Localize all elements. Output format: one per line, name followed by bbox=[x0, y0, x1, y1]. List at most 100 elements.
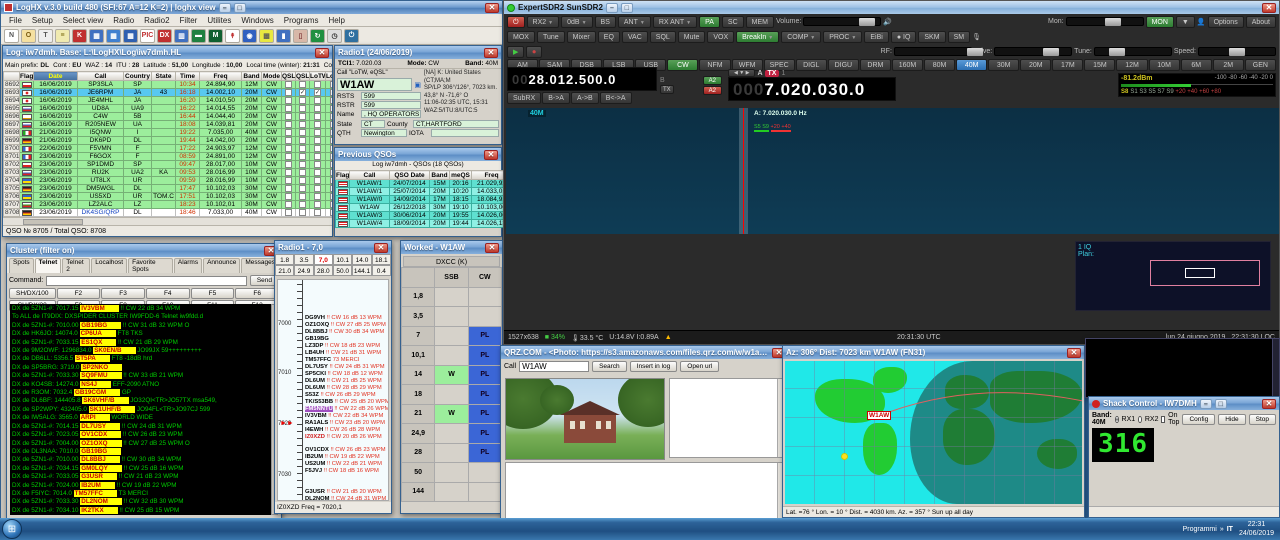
worked-row[interactable]: 14WPL bbox=[402, 365, 502, 385]
logbook-icon[interactable]: ▦ bbox=[89, 29, 104, 43]
prev-qso-row[interactable]: W1AW/124/07/201415M20:1621.029,92 bbox=[336, 180, 512, 188]
qsl-checkbox[interactable] bbox=[314, 97, 321, 104]
log-close-button[interactable]: ✕ bbox=[315, 48, 329, 58]
log-column-header[interactable]: Call bbox=[78, 72, 124, 81]
prev-column-header[interactable]: Flag bbox=[336, 171, 350, 180]
qsl-checkbox[interactable]: ✓ bbox=[299, 89, 306, 96]
menu-item[interactable]: File bbox=[5, 16, 26, 25]
language-indicator[interactable]: IT bbox=[1227, 526, 1233, 533]
worked-row[interactable]: 144 bbox=[402, 482, 502, 502]
log-column-header[interactable]: Band bbox=[242, 72, 262, 81]
log-qso-row[interactable]: 869416/06/2019JE4MHLJA16:2014.010,5020MC… bbox=[4, 97, 333, 105]
sdr-button-rx2[interactable]: RX2▼ bbox=[527, 16, 560, 28]
clock-icon[interactable]: ◷ bbox=[327, 29, 342, 43]
call-input[interactable]: W1AW bbox=[337, 78, 412, 91]
qsl-checkbox[interactable] bbox=[314, 169, 321, 176]
cluster-tab-spots[interactable]: Spots bbox=[9, 258, 34, 273]
band-button-gen[interactable]: GEN bbox=[1245, 59, 1276, 71]
cluster-tab-favorite-spots[interactable]: Favorite Spots bbox=[128, 258, 173, 273]
minimize-button[interactable]: – bbox=[219, 3, 231, 13]
band-button-80m[interactable]: 80M bbox=[924, 59, 955, 71]
qsl-checkbox[interactable] bbox=[314, 193, 321, 200]
qsl-checkbox[interactable] bbox=[314, 145, 321, 152]
log-hscrollbar[interactable] bbox=[3, 217, 332, 225]
lotw-icon[interactable]: K bbox=[72, 29, 87, 43]
log-column-header[interactable]: State bbox=[152, 72, 176, 81]
sdr-button-skm[interactable]: SKM bbox=[918, 31, 945, 43]
qsl-checkbox[interactable] bbox=[299, 177, 306, 184]
qsl-checkbox[interactable] bbox=[285, 145, 292, 152]
pic-icon[interactable]: PIC bbox=[140, 29, 155, 43]
speed-slider[interactable] bbox=[1198, 47, 1276, 56]
bandmap-spot[interactable]: TM57FFC 73 MERCI bbox=[305, 357, 359, 363]
sdr-button-iq[interactable]: ● IQ bbox=[891, 31, 917, 43]
log-column-header[interactable]: Country bbox=[124, 72, 152, 81]
sdr-button-comp[interactable]: COMP▼ bbox=[781, 31, 821, 43]
log-column-header[interactable]: Mode bbox=[262, 72, 282, 81]
qsl-checkbox[interactable] bbox=[314, 113, 321, 120]
menu-item[interactable]: Utilites bbox=[203, 16, 235, 25]
tune-slider[interactable] bbox=[1094, 47, 1172, 56]
volume-slider[interactable] bbox=[803, 17, 881, 26]
sdr-button-[interactable]: ⏻ bbox=[507, 16, 525, 28]
log-table[interactable]: FlagDateCallCountryStateTimeFreqBandMode… bbox=[3, 71, 332, 217]
qsl-checkbox[interactable] bbox=[299, 201, 306, 208]
sdr-button-0db[interactable]: 0dB▼ bbox=[561, 16, 592, 28]
qsl-checkbox[interactable] bbox=[314, 121, 321, 128]
bandmap-band-button[interactable]: 3.5 bbox=[294, 254, 313, 265]
log-qso-row[interactable]: 870823/06/2019DK4SG/QRPDL18:467.033,0040… bbox=[4, 209, 333, 217]
tray-chevron-icon[interactable]: » bbox=[1220, 526, 1224, 533]
sdr-button-vox[interactable]: VOX bbox=[707, 31, 734, 43]
cluster-titlebar[interactable]: Cluster (filter on) ✕ bbox=[7, 244, 281, 257]
worked-icon[interactable]: ▦ bbox=[106, 29, 121, 43]
world-map[interactable]: W1AW bbox=[785, 361, 1082, 504]
fkey-button[interactable]: F6 bbox=[235, 288, 279, 299]
close-button[interactable]: ✕ bbox=[485, 3, 499, 13]
qsl-checkbox[interactable] bbox=[299, 193, 306, 200]
sdr-button-sql[interactable]: SQL bbox=[650, 31, 676, 43]
bandmap-titlebar[interactable]: Radio1 - 7,0 ✕ bbox=[275, 241, 391, 254]
mon-slider[interactable] bbox=[1066, 17, 1144, 26]
menu-item[interactable]: Filter bbox=[176, 16, 202, 25]
rx1-antenna-select[interactable]: A2 bbox=[703, 76, 722, 85]
fkey-button[interactable]: F3 bbox=[101, 288, 145, 299]
notes-icon[interactable]: ≡ bbox=[55, 29, 70, 43]
worked-close-button[interactable]: ✕ bbox=[485, 243, 499, 253]
about-button[interactable]: About bbox=[1246, 16, 1276, 28]
qsl-checkbox[interactable]: ✓ bbox=[314, 89, 321, 96]
band-button-6m[interactable]: 6M bbox=[1181, 59, 1212, 71]
fkey-button[interactable]: SH/DX/100 bbox=[9, 288, 56, 299]
rsts-input[interactable]: 599 bbox=[361, 92, 421, 100]
globe-icon[interactable]: ◉ bbox=[242, 29, 257, 43]
bandmap-spot[interactable]: IB2UM !! CW 19 dB 22 WPM bbox=[305, 454, 380, 460]
play-button[interactable]: ▶ bbox=[507, 46, 524, 58]
drive-slider[interactable] bbox=[994, 47, 1072, 56]
log-titlebar[interactable]: Log: iw7dmh. Base: L:\LogHX\Log\iw7dmh.H… bbox=[3, 46, 332, 59]
vfo-b-tx[interactable]: TX bbox=[660, 85, 674, 94]
qsl-checkbox[interactable]: ✓ bbox=[330, 169, 332, 176]
prev-column-header[interactable]: Band bbox=[430, 171, 450, 180]
log-column-header[interactable]: Time bbox=[176, 72, 200, 81]
map-titlebar[interactable]: Az: 306° Dist: 7023 km W1AW (FN31) ✕ bbox=[783, 346, 1084, 359]
trash-icon[interactable]: ▯ bbox=[293, 29, 308, 43]
worked-row[interactable]: 7PL bbox=[402, 326, 502, 346]
qsl-checkbox[interactable]: ✓ bbox=[330, 161, 332, 168]
qsl-checkbox[interactable] bbox=[285, 193, 292, 200]
qrz-notes-area[interactable] bbox=[505, 462, 785, 520]
cluster-tab-announce[interactable]: Announce bbox=[203, 258, 240, 273]
bandmap-close-button[interactable]: ✕ bbox=[374, 243, 388, 253]
bandmap-band-button[interactable]: 7,0 bbox=[314, 254, 333, 265]
speaker-icon[interactable]: 🔊 bbox=[883, 18, 892, 26]
edit-icon[interactable]: ▦ bbox=[123, 29, 138, 43]
menu-item[interactable]: Select view bbox=[59, 16, 107, 25]
qsl-checkbox[interactable]: ✓ bbox=[330, 129, 332, 136]
sdr-button-mox[interactable]: MOX bbox=[507, 31, 535, 43]
qsl-checkbox[interactable] bbox=[285, 89, 292, 96]
qsl-checkbox[interactable] bbox=[314, 201, 321, 208]
qsl-checkbox[interactable]: ✓ bbox=[330, 177, 332, 184]
prev-column-header[interactable]: Call bbox=[350, 171, 390, 180]
qsl-checkbox[interactable] bbox=[299, 121, 306, 128]
bandmap-spot[interactable]: I4EWH !! CW 26 dB 28 WPM bbox=[305, 427, 380, 433]
log-qso-row[interactable]: 870323/06/2019RU2KUA2KA09:5328.016,9910M… bbox=[4, 169, 333, 177]
qsl-checkbox[interactable]: ✓ bbox=[330, 105, 332, 112]
